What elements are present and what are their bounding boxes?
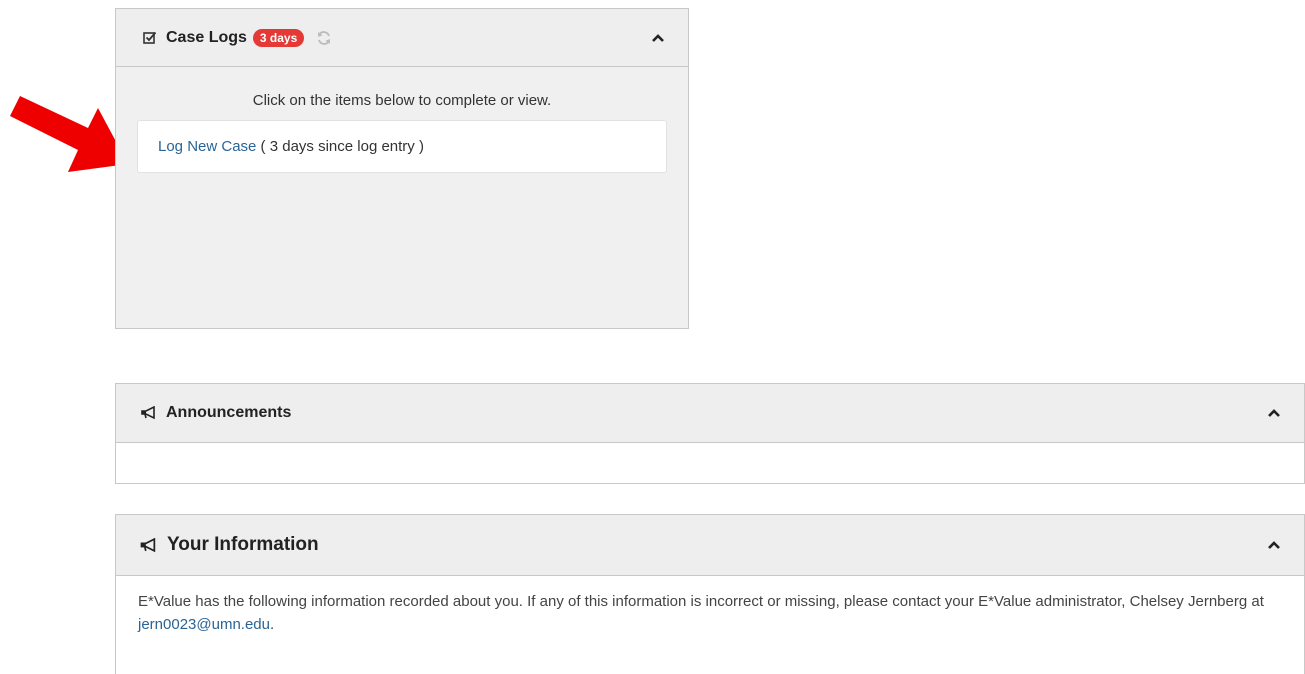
case-logs-panel: Case Logs 3 days Click on the items belo… xyxy=(115,8,689,329)
checkbox-icon xyxy=(143,31,157,45)
chevron-up-icon[interactable] xyxy=(1266,405,1282,421)
chevron-up-icon[interactable] xyxy=(650,30,666,46)
log-entry-age: ( 3 days since log entry ) xyxy=(256,138,424,155)
chevron-up-icon[interactable] xyxy=(1266,537,1282,553)
announcements-header[interactable]: Announcements xyxy=(116,384,1304,443)
bullhorn-icon xyxy=(141,406,157,420)
log-new-case-item: Log New Case ( 3 days since log entry ) xyxy=(137,120,667,173)
days-badge: 3 days xyxy=(252,28,305,47)
info-description: E*Value has the following information re… xyxy=(138,593,1264,610)
info-period: . xyxy=(269,616,275,633)
admin-email-link[interactable]: jern0023@umn.edu xyxy=(138,616,270,633)
announcements-panel: Announcements xyxy=(115,383,1305,484)
case-logs-title: Case Logs xyxy=(166,28,247,46)
case-logs-body: Click on the items below to complete or … xyxy=(116,92,688,173)
case-logs-header[interactable]: Case Logs 3 days xyxy=(116,9,688,67)
instructions-text: Click on the items below to complete or … xyxy=(252,92,552,109)
your-information-body: E*Value has the following information re… xyxy=(116,576,1304,650)
red-arrow-annotation xyxy=(10,96,128,172)
your-information-panel: Your Information E*Value has the followi… xyxy=(115,514,1305,674)
your-information-title: Your Information xyxy=(167,534,319,555)
refresh-icon[interactable] xyxy=(316,30,332,46)
announcements-title: Announcements xyxy=(166,404,292,421)
log-new-case-link[interactable]: Log New Case xyxy=(158,138,256,155)
bullhorn-icon xyxy=(140,537,158,553)
your-information-header[interactable]: Your Information xyxy=(116,515,1304,576)
